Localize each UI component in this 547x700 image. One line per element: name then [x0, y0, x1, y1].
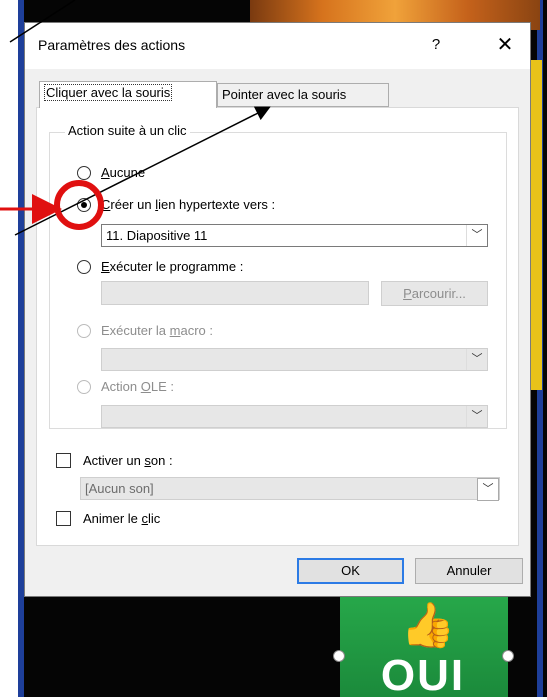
- program-path-input: [101, 281, 369, 305]
- radio-hyperlink-label-access-key: C: [101, 197, 111, 212]
- highlight-click-label-pre: Animer le: [83, 511, 142, 526]
- radio-program-label-access-key: E: [101, 259, 110, 274]
- radio-selected-dot: [81, 202, 87, 208]
- radio-hyperlink[interactable]: [77, 198, 91, 212]
- chevron-down-icon[interactable]: ﹀: [466, 225, 487, 246]
- radio-ole-label-pre: Action: [101, 379, 141, 394]
- browse-button-access-key: P: [403, 286, 412, 301]
- help-button[interactable]: ?: [423, 31, 449, 59]
- resize-handle-right[interactable]: [502, 650, 514, 662]
- sound-select: [Aucun son] ﹀: [80, 477, 500, 501]
- chevron-down-icon: ﹀: [466, 406, 487, 427]
- thumbs-up-icon: 👍: [400, 601, 456, 650]
- radio-none[interactable]: [77, 166, 91, 180]
- radio-hyperlink-label-part2: ien hypertexte vers :: [158, 197, 276, 212]
- radio-none-label[interactable]: Aucune: [101, 165, 145, 180]
- hyperlink-target-value: 11. Diapositive 11: [106, 228, 208, 243]
- radio-macro-label-pre: Exécuter la: [101, 323, 170, 338]
- radio-ole-label-access-key: O: [140, 379, 151, 394]
- highlight-click-label-post: lic: [148, 511, 161, 526]
- radio-program[interactable]: [77, 260, 91, 274]
- slide-yellow-strip: [530, 60, 542, 390]
- click-action-legend: Action suite à un clic: [65, 123, 190, 138]
- tab-mouse-click-label: Cliquer avec la souris: [44, 84, 173, 101]
- resize-handle-left[interactable]: [333, 650, 345, 662]
- left-white-margin: [0, 0, 18, 697]
- play-sound-label-post: on :: [150, 453, 173, 468]
- macro-select: ﹀: [101, 348, 488, 371]
- highlight-click-checkbox[interactable]: [56, 511, 71, 526]
- radio-ole-label: Action OLE :: [101, 379, 174, 394]
- hyperlink-target-select[interactable]: 11. Diapositive 11 ﹀: [101, 224, 488, 247]
- radio-macro-label-post: acro :: [180, 323, 214, 338]
- play-sound-checkbox[interactable]: [56, 453, 71, 468]
- dialog-title: Paramètres des actions: [38, 37, 186, 53]
- play-sound-label-pre: Activer un: [83, 453, 145, 468]
- sound-select-value: [Aucun son]: [85, 481, 154, 496]
- radio-program-label-post: xécuter le programme :: [109, 259, 244, 274]
- browse-button-label: arcourir...: [411, 286, 466, 301]
- radio-none-label-access-key: A: [101, 165, 110, 180]
- radio-program-label[interactable]: Exécuter le programme :: [101, 259, 243, 274]
- action-settings-dialog: Paramètres des actions ? ✕ Cliquer avec …: [24, 22, 531, 597]
- ole-select: ﹀: [101, 405, 488, 428]
- tab-mouse-over[interactable]: Pointer avec la souris: [217, 83, 389, 107]
- play-sound-label[interactable]: Activer un son :: [83, 453, 173, 468]
- chevron-down-icon: ﹀: [477, 478, 499, 501]
- close-button[interactable]: ✕: [491, 31, 519, 59]
- chevron-down-icon: ﹀: [466, 349, 487, 370]
- radio-macro-label-access-key: m: [169, 323, 181, 338]
- radio-macro: [77, 324, 91, 338]
- highlight-click-label[interactable]: Animer le clic: [83, 511, 160, 526]
- tab-mouse-click[interactable]: Cliquer avec la souris: [39, 81, 217, 108]
- radio-none-label-post: ucune: [109, 165, 146, 180]
- oui-label: OUI: [380, 651, 466, 700]
- radio-ole: [77, 380, 91, 394]
- radio-macro-label: Exécuter la macro :: [101, 323, 213, 338]
- ok-button[interactable]: OK: [297, 558, 404, 584]
- title-bar: Paramètres des actions ? ✕: [25, 23, 530, 69]
- radio-hyperlink-label-part1: réer un: [110, 197, 156, 212]
- radio-hyperlink-label[interactable]: Créer un lien hypertexte vers :: [101, 197, 275, 212]
- browse-button: Parcourir...: [381, 281, 488, 306]
- radio-ole-label-post: LE :: [150, 379, 174, 394]
- cancel-button[interactable]: Annuler: [415, 558, 523, 584]
